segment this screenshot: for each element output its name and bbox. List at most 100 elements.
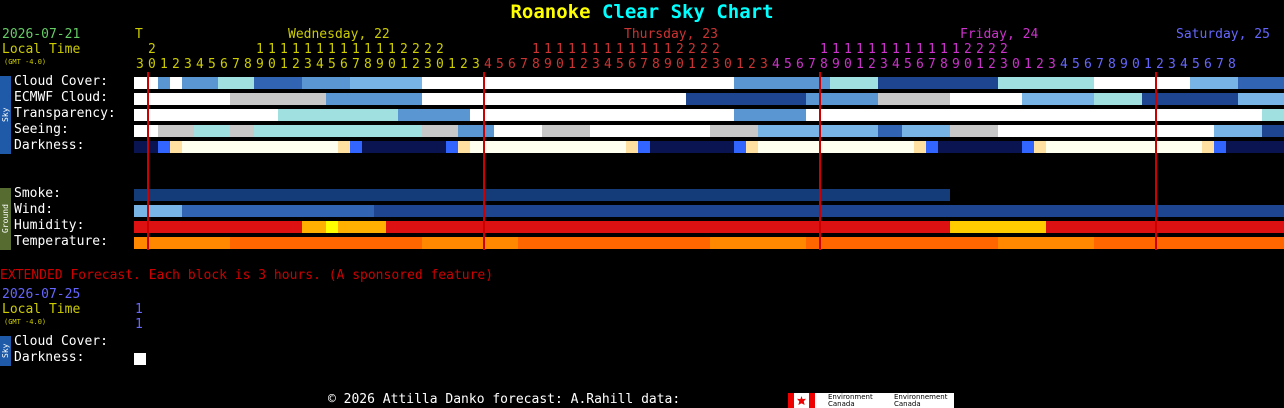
forecast-block bbox=[986, 77, 998, 89]
hour-digit: 3 bbox=[184, 57, 192, 72]
forecast-block bbox=[602, 205, 614, 217]
forecast-block bbox=[494, 93, 506, 105]
forecast-block bbox=[770, 237, 782, 249]
forecast-block bbox=[446, 93, 458, 105]
forecast-block bbox=[170, 205, 182, 217]
hour-digit: 1 bbox=[832, 42, 840, 57]
forecast-block bbox=[1166, 125, 1178, 137]
hour-digit: 3 bbox=[472, 57, 480, 72]
forecast-block bbox=[1058, 125, 1070, 137]
hour-digit: 1 bbox=[316, 42, 324, 57]
hour-digit: 9 bbox=[376, 57, 384, 72]
forecast-block bbox=[1118, 237, 1130, 249]
forecast-block bbox=[914, 93, 926, 105]
forecast-block bbox=[602, 77, 614, 89]
forecast-block bbox=[758, 141, 770, 153]
forecast-block bbox=[254, 237, 266, 249]
forecast-block bbox=[698, 237, 710, 249]
hour-digit: 6 bbox=[916, 57, 924, 72]
forecast-block bbox=[1166, 205, 1178, 217]
forecast-block bbox=[518, 77, 530, 89]
day-label-thu: Thursday, 23 bbox=[624, 27, 718, 42]
forecast-block bbox=[1166, 141, 1178, 153]
forecast-block bbox=[1262, 237, 1274, 249]
forecast-block bbox=[362, 237, 374, 249]
forecast-block bbox=[950, 221, 962, 233]
forecast-block bbox=[614, 109, 626, 121]
forecast-block bbox=[926, 93, 938, 105]
forecast-block bbox=[170, 141, 182, 153]
forecast-block bbox=[974, 77, 986, 89]
forecast-block bbox=[386, 109, 398, 121]
forecast-block bbox=[338, 141, 350, 153]
forecast-block bbox=[830, 205, 842, 217]
forecast-block bbox=[1010, 141, 1022, 153]
forecast-block bbox=[1058, 93, 1070, 105]
hour-digit: 7 bbox=[232, 57, 240, 72]
forecast-block bbox=[230, 205, 242, 217]
forecast-block bbox=[158, 221, 170, 233]
forecast-block bbox=[1118, 205, 1130, 217]
forecast-block bbox=[530, 221, 542, 233]
forecast-block bbox=[206, 237, 218, 249]
forecast-block bbox=[902, 141, 914, 153]
forecast-block bbox=[254, 93, 266, 105]
forecast-block bbox=[1214, 237, 1226, 249]
forecast-block bbox=[1034, 109, 1046, 121]
forecast-block bbox=[842, 93, 854, 105]
forecast-block bbox=[362, 141, 374, 153]
forecast-block bbox=[554, 93, 566, 105]
forecast-block bbox=[338, 125, 350, 137]
forecast-block bbox=[302, 93, 314, 105]
hour-digit: 0 bbox=[268, 57, 276, 72]
forecast-block bbox=[1070, 221, 1082, 233]
forecast-block bbox=[626, 237, 638, 249]
forecast-block bbox=[1142, 221, 1154, 233]
forecast-block bbox=[1130, 93, 1142, 105]
forecast-block bbox=[902, 77, 914, 89]
forecast-block bbox=[890, 125, 902, 137]
forecast-block bbox=[1262, 205, 1274, 217]
forecast-block bbox=[1034, 205, 1046, 217]
forecast-block bbox=[878, 237, 890, 249]
forecast-block bbox=[350, 109, 362, 121]
hour-digit: 6 bbox=[796, 57, 804, 72]
extended-sky-tab: Sky bbox=[0, 336, 11, 366]
hour-digit: 3 bbox=[592, 57, 600, 72]
forecast-block bbox=[794, 237, 806, 249]
forecast-block bbox=[422, 141, 434, 153]
forecast-block bbox=[638, 125, 650, 137]
forecast-block bbox=[734, 125, 746, 137]
forecast-block bbox=[218, 141, 230, 153]
forecast-block bbox=[470, 221, 482, 233]
hour-digit: 1 bbox=[820, 42, 828, 57]
forecast-block bbox=[566, 77, 578, 89]
hour-digit: 4 bbox=[604, 57, 612, 72]
forecast-block bbox=[938, 205, 950, 217]
forecast-block bbox=[410, 189, 422, 201]
forecast-block bbox=[974, 221, 986, 233]
forecast-block bbox=[578, 77, 590, 89]
forecast-block bbox=[1190, 141, 1202, 153]
hour-digit: 2 bbox=[868, 57, 876, 72]
forecast-block bbox=[338, 205, 350, 217]
forecast-block bbox=[434, 125, 446, 137]
forecast-block bbox=[758, 77, 770, 89]
hour-digit: 1 bbox=[652, 42, 660, 57]
forecast-block bbox=[674, 189, 686, 201]
forecast-block bbox=[1202, 141, 1214, 153]
forecast-block bbox=[194, 237, 206, 249]
forecast-block bbox=[686, 237, 698, 249]
forecast-block bbox=[266, 237, 278, 249]
forecast-block bbox=[854, 237, 866, 249]
forecast-block bbox=[410, 77, 422, 89]
forecast-block bbox=[266, 205, 278, 217]
forecast-block bbox=[974, 141, 986, 153]
forecast-block bbox=[134, 141, 146, 153]
hour-digit: 8 bbox=[1228, 57, 1236, 72]
forecast-block bbox=[542, 141, 554, 153]
forecast-block bbox=[206, 125, 218, 137]
forecast-block bbox=[506, 77, 518, 89]
forecast-block bbox=[218, 109, 230, 121]
forecast-block bbox=[926, 77, 938, 89]
